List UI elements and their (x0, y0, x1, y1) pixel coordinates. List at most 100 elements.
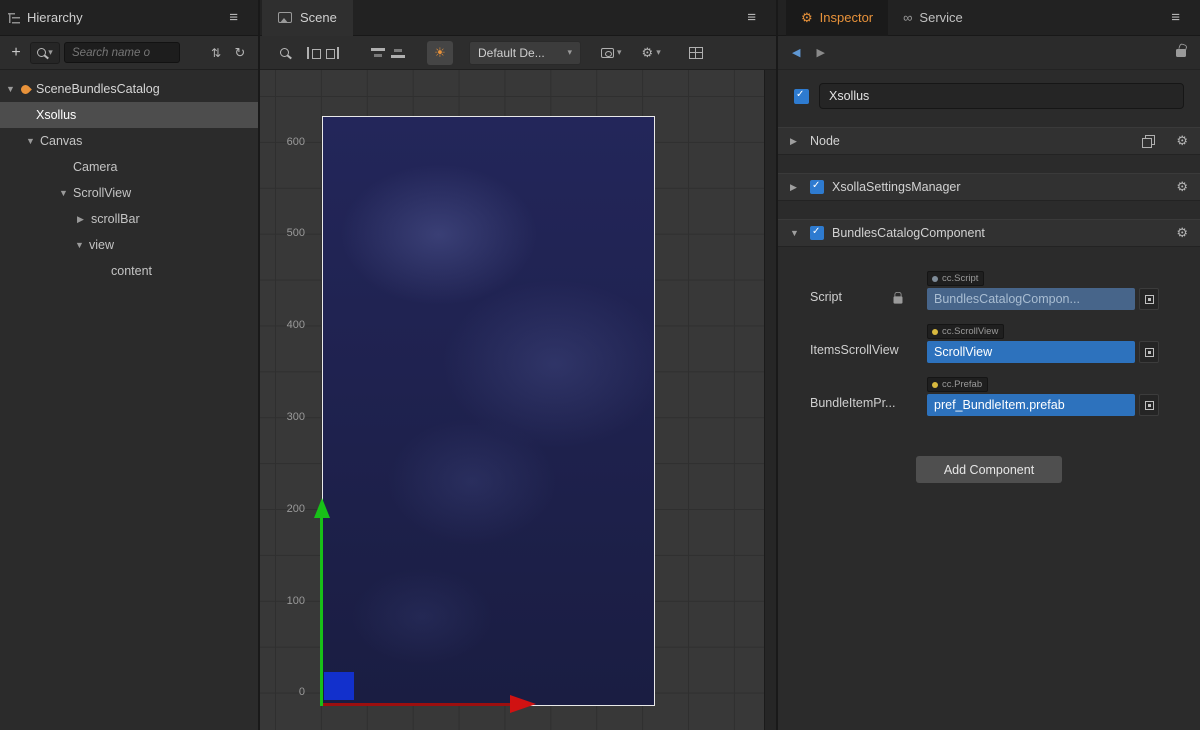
history-forward-button[interactable]: ▶ (816, 46, 824, 59)
move-out-button[interactable] (326, 41, 339, 65)
caret-down-icon: ▾ (567, 47, 572, 58)
tab-inspector[interactable]: ⚙ Inspector (786, 0, 888, 36)
send-backward-icon (391, 47, 405, 59)
tree-item-canvas[interactable]: ▼ Canvas (0, 128, 258, 154)
node-name-input[interactable] (819, 83, 1184, 109)
tree-item-xsollus[interactable]: Xsollus (0, 102, 258, 128)
scrollview-value-field[interactable]: ScrollView (927, 341, 1135, 363)
chevron-down-icon[interactable]: ▼ (59, 188, 73, 198)
unlock-icon[interactable] (1176, 49, 1186, 57)
menu-icon[interactable]: ≡ (747, 9, 756, 26)
x-axis-gizmo[interactable] (323, 703, 510, 706)
caret-down-icon: ▾ (656, 47, 661, 58)
gear-icon[interactable]: ⚙ (1176, 225, 1188, 241)
search-input[interactable] (64, 42, 180, 63)
chevron-down-icon[interactable]: ▼ (75, 240, 89, 250)
reference-picker-button[interactable] (1139, 341, 1159, 363)
caret-down-icon: ▾ (617, 47, 622, 58)
section-node[interactable]: ▶ Node ⚙ (778, 127, 1200, 155)
ruler-label: 0 (260, 686, 305, 698)
reference-picker-button[interactable] (1139, 394, 1159, 416)
tree-item-content[interactable]: content (0, 258, 258, 284)
origin-node[interactable] (324, 672, 354, 700)
layers-icon[interactable] (1142, 135, 1154, 147)
service-tab-label: Service (919, 10, 962, 25)
tree-item-camera[interactable]: Camera (0, 154, 258, 180)
scene-toolbar: ☀ Default De... ▾ ▾ ⚙ ▾ (260, 36, 776, 70)
chevron-down-icon[interactable]: ▼ (790, 228, 802, 238)
prefab-value-field[interactable]: pref_BundleItem.prefab (927, 394, 1135, 416)
menu-icon[interactable]: ≡ (1171, 9, 1180, 26)
scene-settings-button[interactable]: ⚙ ▾ (642, 41, 661, 65)
gear-icon: ⚙ (801, 10, 813, 26)
tab-scene[interactable]: Scene (262, 0, 353, 36)
type-badge: cc.ScrollView (927, 324, 1004, 339)
send-backward-button[interactable] (391, 41, 405, 65)
tree-item-label: SceneBundlesCatalog (36, 82, 160, 96)
y-axis-arrow-icon[interactable] (314, 498, 330, 518)
gear-icon[interactable]: ⚙ (1176, 133, 1188, 149)
inspector-tab-label: Inspector (820, 10, 873, 25)
tree-item-scrollview[interactable]: ▼ ScrollView (0, 180, 258, 206)
hierarchy-title: Hierarchy (27, 10, 83, 25)
scene-tab-label: Scene (300, 10, 337, 25)
section-bundles-catalog-component[interactable]: ▼ BundlesCatalogComponent ⚙ (778, 219, 1200, 247)
property-script: Script cc.Script BundlesCatalogCompon... (778, 271, 1200, 310)
scene-vertical-scrollbar[interactable] (764, 70, 776, 730)
property-label: Script (810, 290, 842, 304)
tree-item-view[interactable]: ▼ view (0, 232, 258, 258)
property-label-cell: Script (778, 288, 927, 310)
x-axis-arrow-icon[interactable] (510, 695, 536, 713)
tree-item-label: view (89, 238, 114, 252)
component-name-label: BundlesCatalogComponent (832, 226, 985, 240)
section-xsolla-settings-manager[interactable]: ▶ XsollaSettingsManager ⚙ (778, 173, 1200, 201)
gear-icon: ⚙ (642, 45, 654, 61)
zoom-icon (280, 48, 289, 57)
menu-icon[interactable]: ≡ (229, 9, 238, 26)
type-badge-label: cc.Script (942, 273, 978, 284)
tree-item-scrollbar[interactable]: ▶ scrollBar (0, 206, 258, 232)
tree-item-label: scrollBar (91, 212, 140, 226)
bring-forward-button[interactable] (371, 41, 385, 65)
script-value-field[interactable]: BundlesCatalogCompon... (927, 288, 1135, 310)
gear-icon[interactable]: ⚙ (1176, 179, 1188, 195)
chevron-down-icon[interactable]: ▼ (26, 136, 40, 146)
chevron-right-icon[interactable]: ▶ (790, 182, 802, 193)
gizmo-toggle-button[interactable]: ☀ (427, 41, 453, 65)
reference-picker-button[interactable] (1139, 288, 1159, 310)
move-in-button[interactable] (307, 41, 320, 65)
canvas-node-bounds[interactable] (322, 116, 655, 706)
create-node-button[interactable]: + (6, 42, 26, 64)
ruler-label: 300 (260, 411, 305, 423)
layout-grid-button[interactable] (689, 41, 703, 65)
inspector-nav: ◀ ▶ (778, 36, 1200, 70)
chevron-down-icon[interactable]: ▼ (6, 84, 20, 94)
zoom-button[interactable] (280, 41, 289, 65)
chevron-right-icon[interactable]: ▶ (790, 136, 802, 147)
node-section-label: Node (810, 134, 840, 148)
scene-viewport[interactable]: 600 500 400 300 200 100 0 (260, 70, 776, 730)
component-enabled-checkbox[interactable] (810, 226, 824, 240)
collapse-all-button[interactable]: ⇅ (206, 42, 226, 64)
active-checkbox[interactable] (794, 89, 809, 104)
chevron-right-icon[interactable]: ▶ (77, 214, 91, 225)
search-filter-button[interactable]: ▾ (30, 42, 60, 64)
component-enabled-checkbox[interactable] (810, 180, 824, 194)
tab-service[interactable]: ∞ Service (888, 0, 978, 36)
tree-item-label: Xsollus (36, 108, 76, 122)
add-component-button[interactable]: Add Component (916, 456, 1062, 483)
type-dot-icon (932, 329, 938, 335)
scene-panel: Scene ≡ ☀ Default De... ▾ (258, 0, 778, 730)
camera-preview-dropdown[interactable]: Default De... ▾ (469, 41, 581, 65)
y-axis-gizmo[interactable] (320, 518, 323, 706)
caret-down-icon: ▾ (48, 47, 53, 58)
bring-forward-icon (371, 47, 385, 59)
refresh-button[interactable]: ↻ (230, 42, 250, 64)
camera-icon (601, 48, 614, 58)
node-name-row (794, 83, 1184, 109)
lock-icon (894, 296, 903, 303)
move-in-icon (307, 47, 320, 59)
view-mode-button[interactable]: ▾ (601, 41, 622, 65)
history-back-button[interactable]: ◀ (792, 46, 800, 59)
tree-item-scene-root[interactable]: ▼ SceneBundlesCatalog (0, 76, 258, 102)
